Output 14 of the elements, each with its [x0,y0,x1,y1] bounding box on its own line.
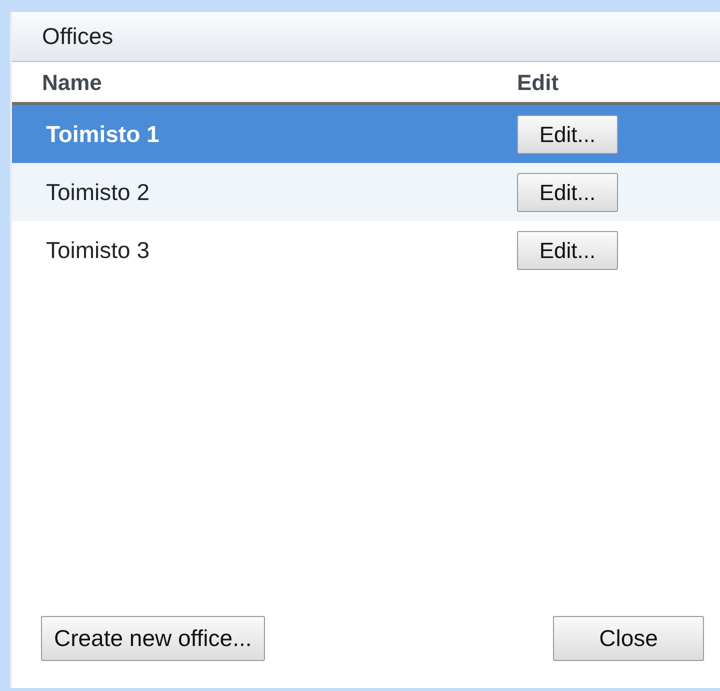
panel-title: Offices [12,12,720,62]
close-button[interactable]: Close [553,616,704,661]
office-name: Toimisto 3 [46,236,150,263]
column-header: Edit [517,68,559,96]
edit-button[interactable]: Edit... [517,172,618,212]
office-name: Toimisto 1 [46,120,160,147]
column-header: Name [42,70,102,94]
edit-button[interactable]: Edit... [517,114,618,154]
create-office-button[interactable]: Create new office... [41,616,265,661]
office-name: Toimisto 2 [46,178,150,205]
office-row[interactable]: Toimisto 1 Edit... [12,105,720,163]
office-row[interactable]: Toimisto 3 Edit... [12,221,720,279]
office-row[interactable]: Toimisto 2 Edit... [12,163,720,221]
edit-button[interactable]: Edit... [517,230,618,270]
